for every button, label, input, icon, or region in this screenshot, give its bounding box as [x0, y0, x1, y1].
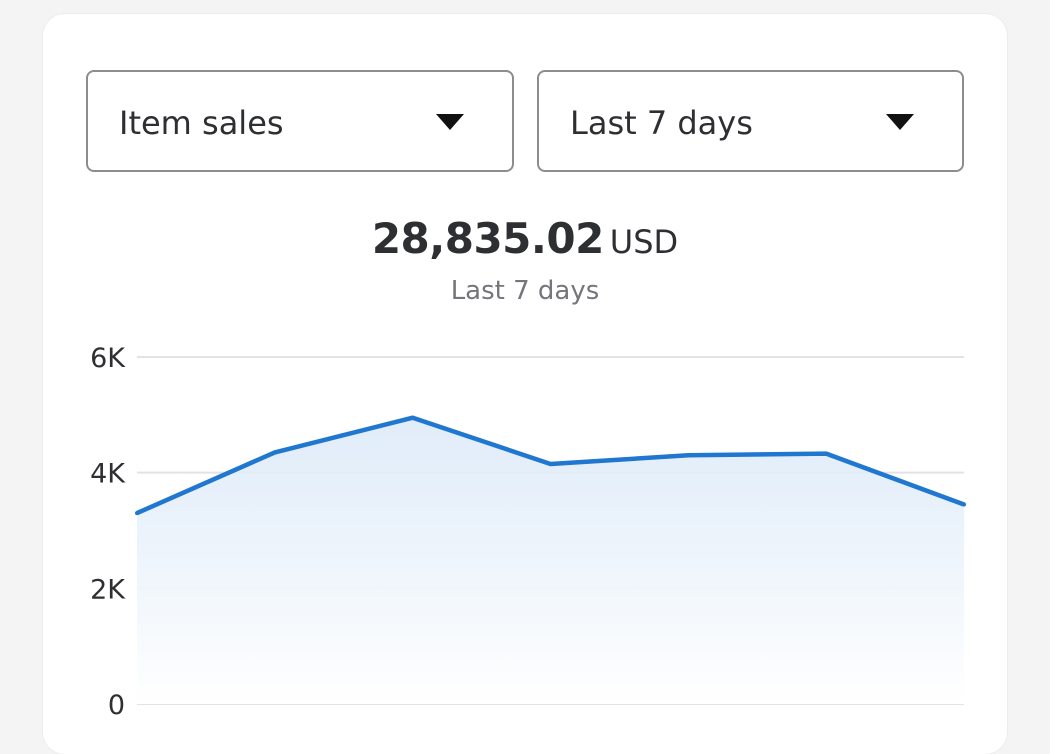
- item-sales-card: Item sales Last 7 days 28,835.02 USD Last…: [43, 14, 1007, 754]
- y-tick-label: 2K: [90, 574, 126, 605]
- y-tick-label: 6K: [90, 343, 126, 374]
- data-point-2: [272, 450, 277, 455]
- data-point-4: [548, 462, 553, 466]
- data-point-7: [962, 502, 966, 507]
- y-tick-label: 4K: [90, 459, 126, 490]
- y-tick-label: 0: [108, 690, 125, 721]
- sales-area-chart: 0 2K 4K 6K: [90, 343, 966, 721]
- data-point-6: [824, 451, 829, 456]
- data-point-1: [135, 511, 139, 516]
- data-point-5: [686, 453, 691, 458]
- data-point-3: [410, 415, 415, 420]
